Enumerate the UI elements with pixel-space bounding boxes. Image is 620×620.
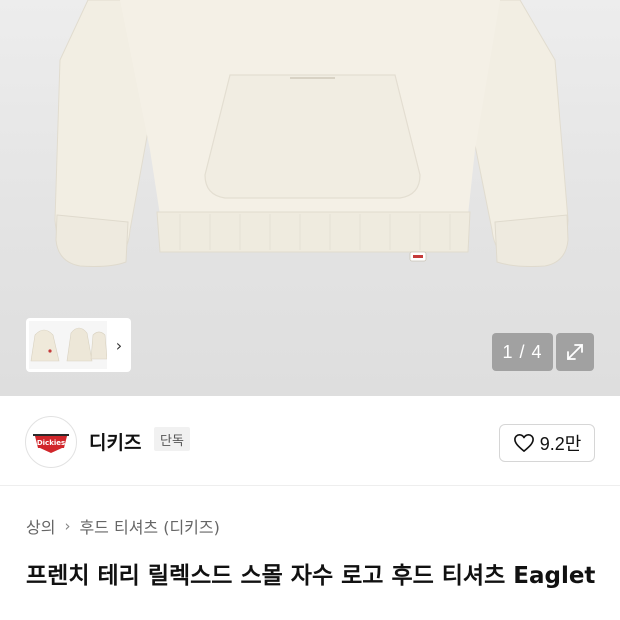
product-image-gallery[interactable]: › 1 / 4 bbox=[0, 0, 620, 396]
brand-name[interactable]: 디키즈 bbox=[89, 428, 141, 455]
like-button[interactable]: 9.2만 bbox=[499, 424, 595, 462]
chevron-right-icon[interactable]: › bbox=[109, 336, 129, 355]
expand-button[interactable] bbox=[556, 333, 594, 371]
breadcrumb-item-subcategory[interactable]: 후드 티셔츠 (디키즈) bbox=[79, 514, 219, 538]
product-title: 프렌치 테리 릴렉스드 스몰 자수 로고 후드 티셔츠 Eaglet bbox=[26, 563, 596, 589]
thumbnail-strip[interactable]: › bbox=[26, 318, 131, 372]
svg-text:Dickies: Dickies bbox=[37, 439, 65, 447]
chevron-right-icon: › bbox=[64, 517, 71, 535]
breadcrumb-item-category[interactable]: 상의 bbox=[26, 514, 55, 538]
image-counter: 1 / 4 bbox=[492, 333, 553, 371]
like-count: 9.2만 bbox=[539, 434, 582, 454]
dickies-logo-icon: Dickies bbox=[33, 434, 69, 453]
brand-logo[interactable]: Dickies bbox=[25, 416, 77, 468]
expand-arrows-icon bbox=[567, 344, 583, 360]
exclusive-badge: 단독 bbox=[154, 427, 190, 451]
heart-outline-icon bbox=[513, 434, 534, 452]
thumbnail-images[interactable] bbox=[29, 321, 107, 369]
breadcrumb: 상의 › 후드 티셔츠 (디키즈) bbox=[26, 514, 220, 538]
